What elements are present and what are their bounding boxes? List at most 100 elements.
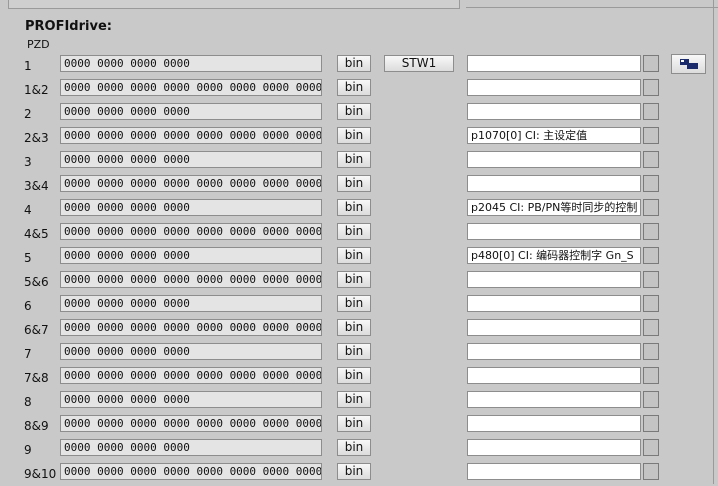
- pzd-bits-field: 0000 0000 0000 0000: [60, 439, 322, 456]
- bin-button[interactable]: bin: [337, 151, 371, 168]
- signal-select-button[interactable]: [643, 247, 659, 264]
- pzd-bits-field: 0000 0000 0000 0000: [60, 247, 322, 264]
- signal-description-field[interactable]: [467, 319, 641, 336]
- section-title: PROFIdrive:: [25, 19, 112, 34]
- signal-description-field[interactable]: [467, 463, 641, 480]
- pzd-row: 9&10 0000 0000 0000 0000 0000 0000 0000 0…: [0, 462, 718, 486]
- pzd-row: 5 0000 0000 0000 0000 bin p480[0] CI: 编码器控制…: [0, 246, 718, 270]
- bin-button[interactable]: bin: [337, 175, 371, 192]
- transfer-button[interactable]: [671, 54, 706, 74]
- signal-select-button[interactable]: [643, 391, 659, 408]
- transfer-icon: [680, 59, 698, 69]
- signal-select-button[interactable]: [643, 127, 659, 144]
- signal-description-field[interactable]: [467, 223, 641, 240]
- pzd-row: 9 0000 0000 0000 0000 bin: [0, 438, 718, 462]
- pzd-bits-field: 0000 0000 0000 0000 0000 0000 0000 0000: [60, 463, 322, 480]
- pzd-row: 7 0000 0000 0000 0000 bin: [0, 342, 718, 366]
- bin-button[interactable]: bin: [337, 55, 371, 72]
- pzd-bits-field: 0000 0000 0000 0000 0000 0000 0000 0000: [60, 367, 322, 384]
- signal-select-button[interactable]: [643, 463, 659, 480]
- bin-button[interactable]: bin: [337, 439, 371, 456]
- bin-button[interactable]: bin: [337, 271, 371, 288]
- pzd-row-label: 8: [24, 395, 32, 409]
- pzd-row: 3 0000 0000 0000 0000 bin: [0, 150, 718, 174]
- pzd-bits-field: 0000 0000 0000 0000: [60, 103, 322, 120]
- pzd-bits-field: 0000 0000 0000 0000 0000 0000 0000 0000: [60, 175, 322, 192]
- signal-description-field[interactable]: p1070[0] CI: 主设定值: [467, 127, 641, 144]
- signal-name-button[interactable]: STW1: [384, 55, 454, 72]
- pzd-bits-field: 0000 0000 0000 0000: [60, 151, 322, 168]
- pzd-row-label: 7: [24, 347, 32, 361]
- signal-select-button[interactable]: [643, 223, 659, 240]
- pzd-bits-field: 0000 0000 0000 0000 0000 0000 0000 0000: [60, 79, 322, 96]
- signal-select-button[interactable]: [643, 79, 659, 96]
- signal-select-button[interactable]: [643, 343, 659, 360]
- pzd-row: 4&5 0000 0000 0000 0000 0000 0000 0000 00…: [0, 222, 718, 246]
- bin-button[interactable]: bin: [337, 415, 371, 432]
- pzd-bits-field: 0000 0000 0000 0000 0000 0000 0000 0000: [60, 415, 322, 432]
- signal-description-field[interactable]: [467, 79, 641, 96]
- pzd-bits-field: 0000 0000 0000 0000 0000 0000 0000 0000: [60, 271, 322, 288]
- pzd-row-label: 9&10: [24, 467, 57, 481]
- signal-select-button[interactable]: [643, 199, 659, 216]
- pzd-row: 7&8 0000 0000 0000 0000 0000 0000 0000 00…: [0, 366, 718, 390]
- pzd-row: 2&3 0000 0000 0000 0000 0000 0000 0000 00…: [0, 126, 718, 150]
- pzd-row: 4 0000 0000 0000 0000 bin p2045 CI: PB/PN等时…: [0, 198, 718, 222]
- signal-description-field[interactable]: [467, 103, 641, 120]
- pzd-row: 6&7 0000 0000 0000 0000 0000 0000 0000 00…: [0, 318, 718, 342]
- signal-description-field[interactable]: [467, 55, 641, 72]
- pzd-row-label: 3&4: [24, 179, 49, 193]
- pzd-bits-field: 0000 0000 0000 0000 0000 0000 0000 0000: [60, 127, 322, 144]
- pzd-row-label: 6: [24, 299, 32, 313]
- signal-description-field[interactable]: [467, 271, 641, 288]
- bin-button[interactable]: bin: [337, 463, 371, 480]
- pzd-row: 6 0000 0000 0000 0000 bin: [0, 294, 718, 318]
- pzd-row-label: 4: [24, 203, 32, 217]
- signal-description-field[interactable]: [467, 151, 641, 168]
- bin-button[interactable]: bin: [337, 103, 371, 120]
- signal-description-field[interactable]: p2045 CI: PB/PN等时同步的控制: [467, 199, 641, 216]
- bin-button[interactable]: bin: [337, 127, 371, 144]
- pzd-bits-field: 0000 0000 0000 0000 0000 0000 0000 0000: [60, 319, 322, 336]
- signal-select-button[interactable]: [643, 175, 659, 192]
- pzd-column-header: PZD: [27, 38, 50, 51]
- bin-button[interactable]: bin: [337, 319, 371, 336]
- signal-select-button[interactable]: [643, 103, 659, 120]
- bin-button[interactable]: bin: [337, 343, 371, 360]
- signal-description-field[interactable]: [467, 391, 641, 408]
- signal-description-field[interactable]: [467, 343, 641, 360]
- bin-button[interactable]: bin: [337, 391, 371, 408]
- pzd-bits-field: 0000 0000 0000 0000: [60, 343, 322, 360]
- signal-description-field[interactable]: [467, 439, 641, 456]
- signal-select-button[interactable]: [643, 271, 659, 288]
- pzd-row-label: 3: [24, 155, 32, 169]
- bin-button[interactable]: bin: [337, 247, 371, 264]
- signal-select-button[interactable]: [643, 415, 659, 432]
- pzd-row: 1 0000 0000 0000 0000 bin STW1: [0, 54, 718, 78]
- signal-description-field[interactable]: [467, 295, 641, 312]
- signal-description-field[interactable]: p480[0] CI: 编码器控制字 Gn_S: [467, 247, 641, 264]
- pzd-row: 2 0000 0000 0000 0000 bin: [0, 102, 718, 126]
- signal-description-field[interactable]: [467, 175, 641, 192]
- signal-description-field[interactable]: [467, 367, 641, 384]
- bin-button[interactable]: bin: [337, 367, 371, 384]
- bin-button[interactable]: bin: [337, 79, 371, 96]
- pzd-bits-field: 0000 0000 0000 0000: [60, 391, 322, 408]
- signal-select-button[interactable]: [643, 151, 659, 168]
- signal-select-button[interactable]: [643, 439, 659, 456]
- bin-button[interactable]: bin: [337, 199, 371, 216]
- pzd-row-label: 9: [24, 443, 32, 457]
- signal-select-button[interactable]: [643, 319, 659, 336]
- pzd-bits-field: 0000 0000 0000 0000: [60, 55, 322, 72]
- bin-button[interactable]: bin: [337, 295, 371, 312]
- signal-select-button[interactable]: [643, 55, 659, 72]
- pzd-bits-field: 0000 0000 0000 0000: [60, 295, 322, 312]
- pzd-row: 8 0000 0000 0000 0000 bin: [0, 390, 718, 414]
- pzd-row: 5&6 0000 0000 0000 0000 0000 0000 0000 00…: [0, 270, 718, 294]
- signal-select-button[interactable]: [643, 295, 659, 312]
- bin-button[interactable]: bin: [337, 223, 371, 240]
- signal-description-field[interactable]: [467, 415, 641, 432]
- pzd-row-label: 5&6: [24, 275, 49, 289]
- signal-select-button[interactable]: [643, 367, 659, 384]
- top-panel-edge: [8, 0, 460, 9]
